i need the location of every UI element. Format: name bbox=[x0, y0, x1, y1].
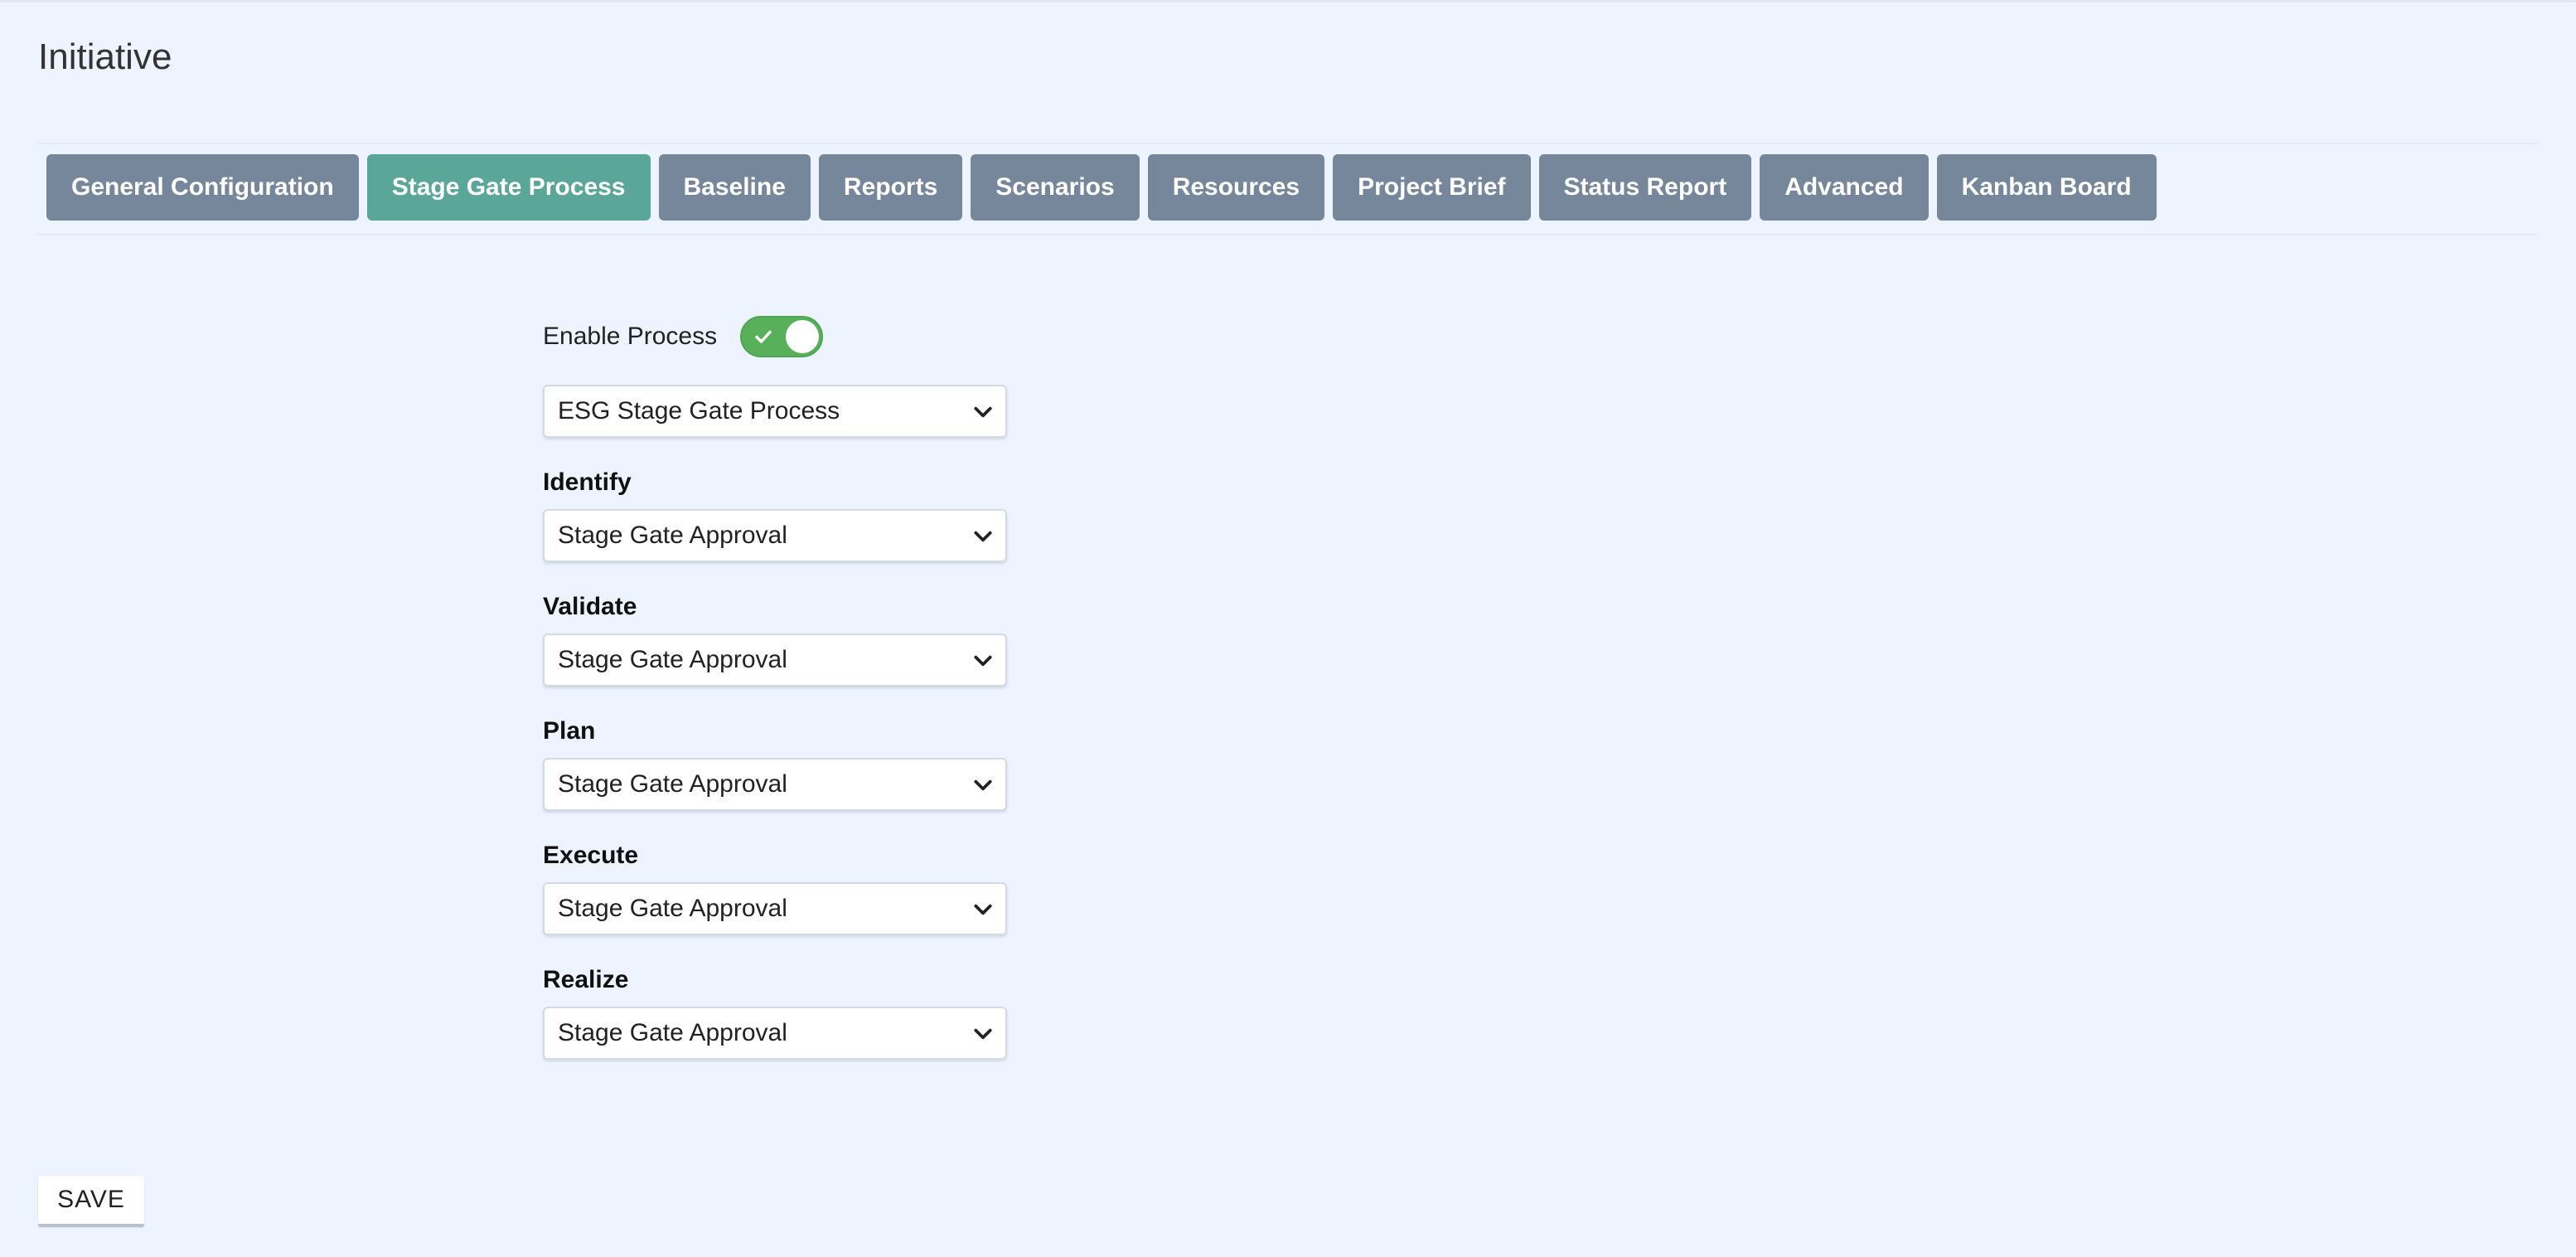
save-button[interactable]: SAVE bbox=[38, 1176, 144, 1227]
stage-identify: Identify Stage Gate Approval bbox=[543, 468, 1007, 562]
toggle-knob bbox=[786, 320, 820, 353]
process-select[interactable]: ESG Stage Gate Process bbox=[543, 385, 1007, 438]
tab-baseline[interactable]: Baseline bbox=[658, 154, 811, 221]
tab-bar: General Configuration Stage Gate Process… bbox=[38, 143, 2538, 235]
tab-list: General Configuration Stage Gate Process… bbox=[46, 154, 2157, 221]
enable-process-toggle[interactable] bbox=[740, 316, 824, 357]
stage-plan: Plan Stage Gate Approval bbox=[543, 716, 1007, 811]
stage-realize: Realize Stage Gate Approval bbox=[543, 965, 1007, 1060]
tab-stage-gate-process[interactable]: Stage Gate Process bbox=[366, 154, 651, 221]
stage-select-execute[interactable]: Stage Gate Approval bbox=[543, 882, 1007, 935]
stage-select-plan[interactable]: Stage Gate Approval bbox=[543, 758, 1007, 811]
stage-select-value: Stage Gate Approval bbox=[558, 895, 787, 922]
stage-select-identify[interactable]: Stage Gate Approval bbox=[543, 509, 1007, 562]
chevron-down-icon bbox=[974, 406, 992, 418]
stage-select-value: Stage Gate Approval bbox=[558, 646, 787, 673]
enable-process-label: Enable Process bbox=[543, 323, 718, 350]
stage-validate: Validate Stage Gate Approval bbox=[543, 592, 1007, 687]
tab-status-report[interactable]: Status Report bbox=[1538, 154, 1752, 221]
tab-project-brief[interactable]: Project Brief bbox=[1333, 154, 1531, 221]
stage-select-validate[interactable]: Stage Gate Approval bbox=[543, 633, 1007, 687]
stage-execute: Execute Stage Gate Approval bbox=[543, 841, 1007, 935]
tab-kanban-board[interactable]: Kanban Board bbox=[1936, 154, 2157, 221]
page-title: Initiative bbox=[38, 36, 172, 77]
tab-advanced[interactable]: Advanced bbox=[1760, 154, 1929, 221]
chevron-down-icon bbox=[974, 1028, 992, 1040]
tab-scenarios[interactable]: Scenarios bbox=[971, 154, 1140, 221]
stage-label-execute: Execute bbox=[543, 842, 639, 869]
tab-general-configuration[interactable]: General Configuration bbox=[46, 154, 359, 221]
stage-gate-form: Enable Process ESG Stage Gate Process Id… bbox=[543, 313, 1007, 1060]
tab-resources[interactable]: Resources bbox=[1147, 154, 1325, 221]
chevron-down-icon bbox=[974, 531, 992, 542]
stage-select-value: Stage Gate Approval bbox=[558, 522, 787, 549]
process-select-value: ESG Stage Gate Process bbox=[558, 397, 840, 425]
stage-label-identify: Identify bbox=[543, 468, 632, 496]
stage-label-plan: Plan bbox=[543, 717, 596, 745]
stage-select-value: Stage Gate Approval bbox=[558, 770, 787, 798]
chevron-down-icon bbox=[974, 904, 992, 915]
top-border bbox=[0, 0, 2576, 2]
stage-select-value: Stage Gate Approval bbox=[558, 1019, 787, 1046]
tab-reports[interactable]: Reports bbox=[818, 154, 963, 221]
enable-process-row: Enable Process bbox=[543, 313, 1007, 360]
chevron-down-icon bbox=[974, 655, 992, 667]
chevron-down-icon bbox=[974, 779, 992, 791]
stage-label-realize: Realize bbox=[543, 966, 629, 993]
stage-select-realize[interactable]: Stage Gate Approval bbox=[543, 1007, 1007, 1060]
stage-label-validate: Validate bbox=[543, 593, 637, 620]
check-icon bbox=[755, 330, 772, 343]
